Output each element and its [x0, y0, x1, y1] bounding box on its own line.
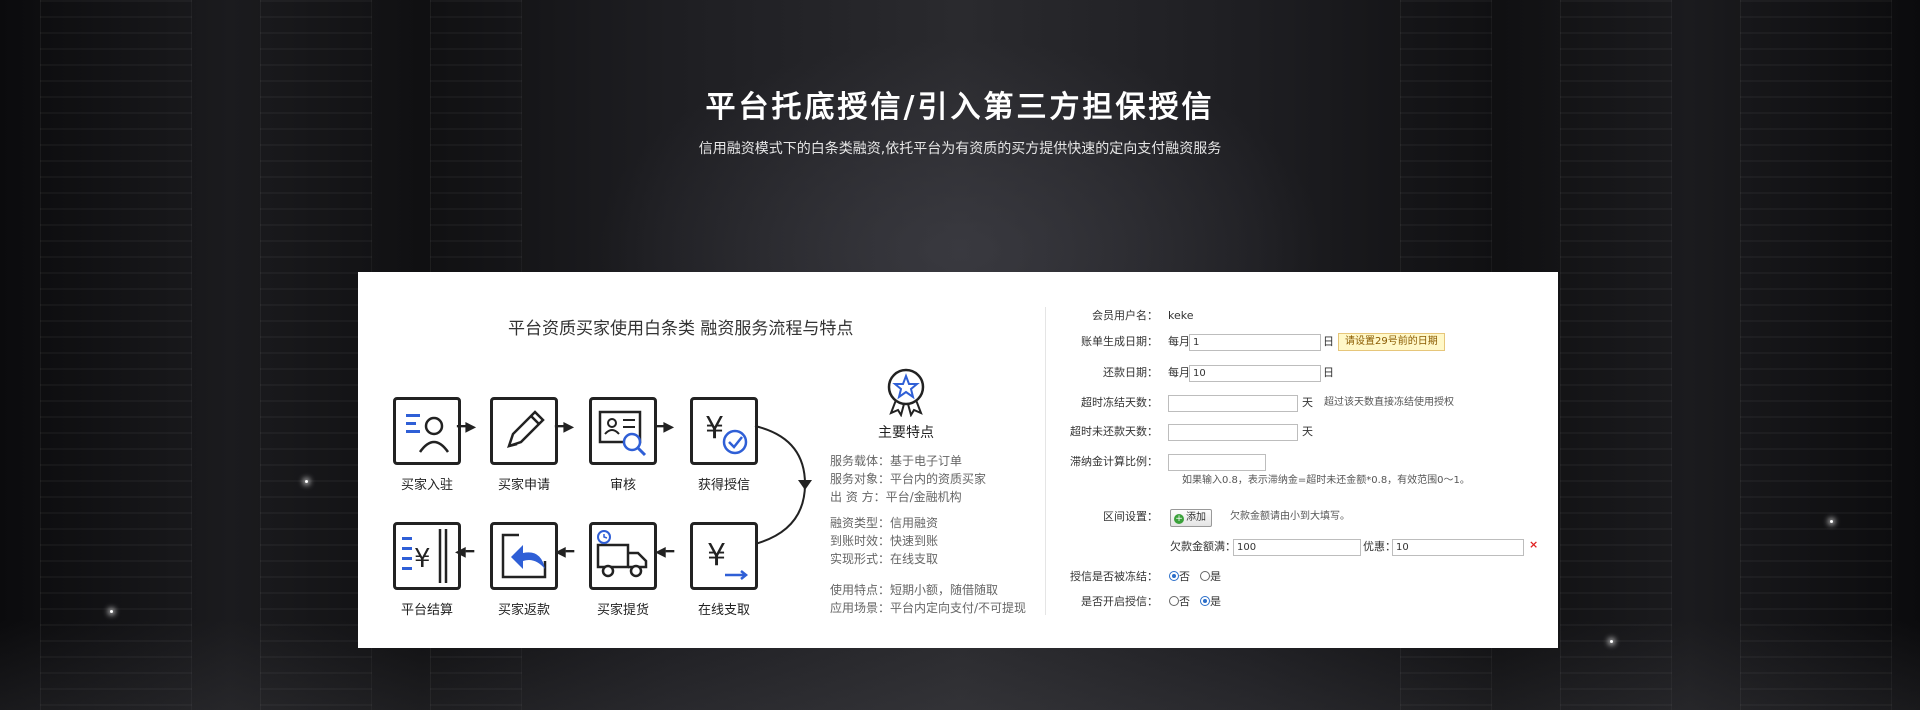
step-label: 在线支取 [697, 603, 750, 618]
arrow-left-icon: ◀━ [455, 544, 475, 560]
freeze-days-tip: 超过该天数直接冻结使用授权 [1324, 397, 1454, 408]
content-card: 平台资质买家使用白条类 融资服务流程与特点 买家入驻 ━▶ 买家申请 ━▶ 审核… [358, 272, 1558, 648]
penalty-ratio-label: 滞纳金计算比例： [1070, 455, 1158, 468]
arrow-right-icon: ━▶ [457, 419, 477, 435]
features-title: 主要特点 [878, 425, 934, 441]
light-spark [1610, 640, 1613, 643]
unpaid-days-unit: 天 [1302, 425, 1313, 438]
yuan-ledger-icon: ¥ [393, 522, 461, 590]
freeze-days-unit: 天 [1302, 396, 1313, 409]
yuan-withdraw-icon: ¥ [690, 522, 758, 590]
star-medal-icon [887, 368, 925, 417]
arrow-left-icon: ◀━ [655, 544, 675, 560]
step-label: 买家提货 [596, 603, 649, 618]
freeze-days-input[interactable] [1168, 395, 1298, 412]
svg-text:¥: ¥ [705, 411, 724, 446]
step-label: 平台结算 [400, 603, 453, 618]
light-spark [305, 480, 308, 483]
frozen-label: 授信是否被冻结： [1070, 570, 1158, 583]
bill-suffix: 日 [1323, 335, 1334, 348]
enable-no-option[interactable]: 否 [1169, 593, 1190, 611]
discount-input[interactable]: 10 [1392, 539, 1524, 556]
step-label: 审核 [609, 478, 636, 493]
repay-date-label: 还款日期： [1103, 366, 1158, 379]
bill-date-label: 账单生成日期： [1081, 335, 1158, 348]
radio-selected-icon[interactable] [1200, 596, 1210, 606]
enable-yes-option[interactable]: 是 [1200, 593, 1221, 611]
frozen-no-label: 否 [1179, 570, 1190, 583]
enable-no-label: 否 [1179, 595, 1190, 608]
step-label: 买家返款 [497, 603, 550, 618]
hero-title: 平台托底授信/引入第三方担保授信 [705, 90, 1215, 125]
member-label: 会员用户名： [1092, 309, 1158, 322]
debt-amount-input[interactable]: 100 [1233, 539, 1361, 556]
range-label: 区间设置： [1103, 510, 1158, 523]
features-group-finance: 融资类型：信用融资 到账时效：快速到账 实现形式：在线支取 [830, 514, 938, 568]
member-value: keke [1168, 309, 1194, 322]
arrow-right-icon: ━▶ [655, 419, 675, 435]
step-label: 买家申请 [497, 478, 550, 493]
frozen-yes-option[interactable]: 是 [1200, 568, 1221, 586]
add-range-label: 添加 [1186, 512, 1206, 523]
pen-icon [490, 397, 558, 465]
bill-prefix: 每月 [1168, 335, 1190, 348]
step-review: 审核 [578, 397, 668, 493]
arrow-right-icon: ━▶ [555, 419, 575, 435]
frozen-no-option[interactable]: 否 [1169, 568, 1190, 586]
svg-text:¥: ¥ [414, 544, 431, 574]
light-spark [110, 610, 113, 613]
range-tip: 欠款金额请由小到大填写。 [1230, 511, 1350, 522]
bill-date-input[interactable]: 1 [1189, 334, 1321, 351]
repay-date-input[interactable]: 10 [1189, 365, 1321, 382]
step-label: 买家入驻 [400, 478, 453, 493]
enable-label: 是否开启授信： [1081, 595, 1158, 608]
feature-line: 应用场景：平台内定向支付/不可提现 [830, 601, 1027, 615]
freeze-days-label: 超时冻结天数： [1081, 396, 1158, 409]
return-arrow-icon [490, 522, 558, 590]
repay-suffix: 日 [1323, 366, 1334, 379]
unpaid-days-label: 超时未还款天数： [1070, 425, 1158, 438]
features-group-service: 服务载体：基于电子订单 服务对象：平台内的资质买家 出 资 方：平台/金融机构 [830, 452, 986, 506]
penalty-ratio-tip: 如果输入0.8，表示滞纳金=超时未还金额*0.8，有效范围0～1。 [1182, 475, 1470, 486]
radio-selected-icon[interactable] [1169, 571, 1179, 581]
yuan-check-icon: ¥ [690, 397, 758, 465]
section-divider [1045, 307, 1046, 615]
hero-subtitle: 信用融资模式下的白条类融资,依托平台为有资质的买方提供快速的定向支付融资服务 [698, 141, 1222, 157]
feature-line: 融资类型：信用融资 [830, 516, 939, 530]
feature-line: 到账时效：快速到账 [830, 534, 939, 548]
penalty-ratio-input[interactable] [1168, 454, 1266, 471]
arrow-left-icon: ◀━ [555, 544, 575, 560]
step-platform-settle: ¥ 平台结算 [382, 522, 472, 618]
delivery-truck-icon [589, 522, 657, 590]
features-group-usage: 使用特点：短期小额，随借随取 应用场景：平台内定向支付/不可提现 [830, 581, 1026, 617]
enable-yes-label: 是 [1210, 595, 1221, 608]
step-buyer-pickup: 买家提货 [578, 522, 668, 618]
svg-text:¥: ¥ [707, 538, 726, 573]
feature-line: 使用特点：短期小额，随借随取 [830, 583, 999, 597]
debt-label: 欠款金额满： [1170, 540, 1236, 553]
unpaid-days-input[interactable] [1168, 424, 1298, 441]
frozen-yes-label: 是 [1210, 570, 1221, 583]
radio-icon[interactable] [1169, 596, 1179, 606]
add-range-button[interactable]: + 添加 [1170, 509, 1212, 527]
bill-date-tip: 请设置29号前的日期 [1338, 333, 1445, 351]
feature-line: 实现形式：在线支取 [830, 552, 939, 566]
feature-line: 服务对象：平台内的资质买家 [830, 472, 987, 486]
light-spark [1830, 520, 1833, 523]
step-online-withdraw: ¥ 在线支取 [679, 522, 769, 618]
feature-line: 服务载体：基于电子订单 [830, 454, 963, 468]
step-buyer-register: 买家入驻 [382, 397, 472, 493]
flow-title: 平台资质买家使用白条类 融资服务流程与特点 [508, 319, 854, 339]
radio-icon[interactable] [1200, 571, 1210, 581]
delete-range-icon[interactable]: × [1529, 536, 1538, 554]
user-register-icon [393, 397, 461, 465]
feature-line: 出 资 方：平台/金融机构 [830, 490, 962, 504]
plus-icon: + [1174, 514, 1184, 524]
step-buyer-return: 买家返款 [479, 522, 569, 618]
step-buyer-apply: 买家申请 [479, 397, 569, 493]
repay-prefix: 每月 [1168, 366, 1190, 379]
id-card-search-icon [589, 397, 657, 465]
